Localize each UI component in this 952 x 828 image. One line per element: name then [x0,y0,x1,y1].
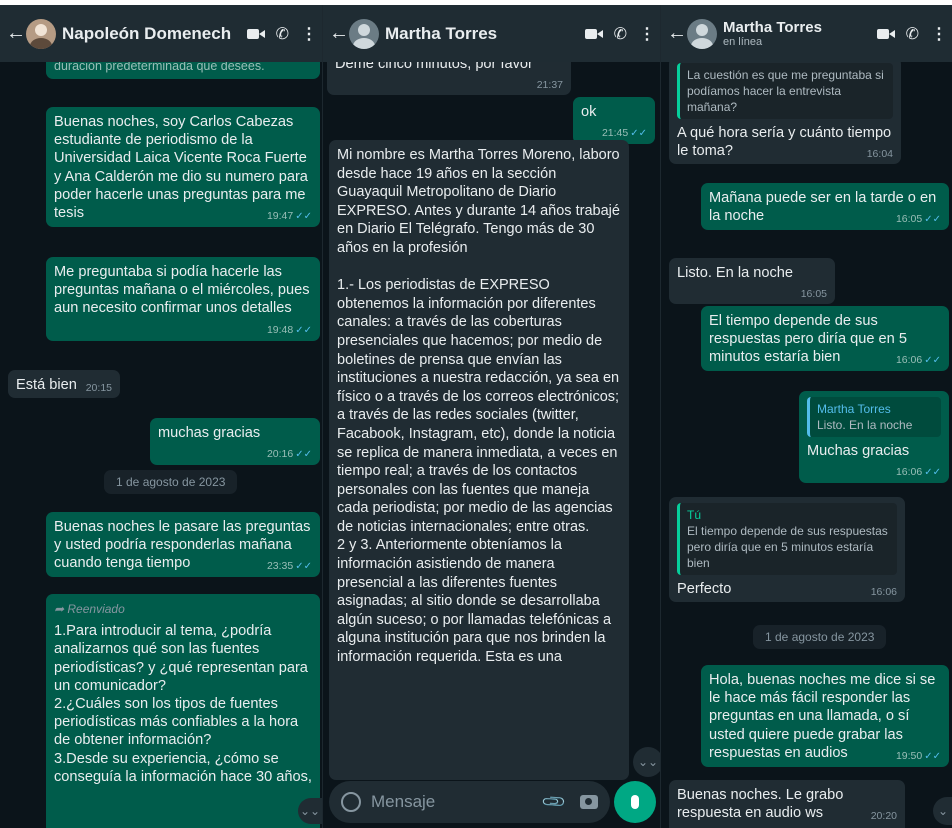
more-options-icon[interactable]: ⋮ [931,24,947,44]
forwarded-message-bubble[interactable]: ➦ Reenviado 1.Para introducir al tema, ¿… [46,594,320,828]
emoji-icon[interactable] [341,792,361,812]
message-time: 21:45 [601,127,629,140]
back-arrow-icon[interactable]: ← [6,22,26,45]
avatar[interactable] [349,18,379,49]
message-text: Perfecto [677,581,732,597]
message-text: Listo. En la noche [677,265,794,281]
quoted-message[interactable]: Tú El tiempo depende de sus respuestas pe… [677,503,897,575]
message-text: Buenas noches. Le grabo respuesta en aud… [677,787,844,822]
message-time: 20:20 [870,810,897,823]
message-time: 21:37 [536,79,563,92]
message-text: El tiempo depende de sus respuestas pero… [709,313,907,366]
contact-title[interactable]: Napoleón Domenech [62,24,235,44]
read-check-icon: ✓✓ [924,355,941,367]
read-check-icon: ✓✓ [924,214,941,226]
forwarded-label: ➦ Reenviado [54,602,125,616]
message-bubble[interactable]: Me preguntaba si podía hacerle las pregu… [46,257,320,341]
avatar[interactable] [26,18,56,49]
message-text: muchas gracias [158,425,261,441]
microphone-icon [631,795,639,809]
message-bubble[interactable]: Listo. En la noche 16:05 [669,258,835,305]
scroll-down-icon[interactable]: ⌄ [933,797,952,825]
video-call-icon[interactable] [246,28,265,39]
forward-icon: ➦ [54,602,68,616]
message-text: Mi nombre es Martha Torres Moreno, labor… [337,147,620,666]
message-time: 20:15 [85,382,112,394]
message-text: Buenas noches, soy Carlos Cabezas estudi… [54,114,308,222]
microphone-button[interactable] [614,781,656,823]
message-time: 16:06 [895,354,923,367]
read-check-icon: ✓✓ [295,211,312,223]
scroll-down-icon[interactable]: ⌄⌄ [298,798,322,824]
more-options-icon[interactable]: ⋮ [639,24,655,44]
message-text: Está bien [16,377,77,393]
contact-name: Martha Torres [385,23,498,43]
message-time: 19:48 [266,323,294,336]
back-arrow-icon[interactable]: ← [667,22,687,45]
contact-name: Martha Torres [723,19,822,36]
read-check-icon: ✓✓ [295,561,312,573]
quoted-message[interactable]: Martha Torres Listo. En la noche [807,397,941,437]
read-check-icon: ✓✓ [295,449,312,461]
read-check-icon: ✓✓ [924,467,941,479]
date-separator: 1 de agosto de 2023 [104,470,238,494]
more-options-icon[interactable]: ⋮ [301,24,317,44]
message-time: 16:05 [800,288,827,301]
message-time: 16:04 [866,148,893,161]
message-bubble[interactable]: Buenas noches le pasare las preguntas y … [46,512,320,578]
phone-call-icon[interactable]: ✆ [614,24,627,44]
contact-status: en línea [723,36,763,48]
message-bubble[interactable]: Está bien 20:15 [8,370,120,399]
chat-header: ← Napoleón Domenech ✆ ⋮ [0,5,322,62]
message-bubble[interactable]: Mi nombre es Martha Torres Moreno, labor… [329,140,629,780]
message-text: Hola, buenas noches me dice si se le hac… [709,672,936,761]
message-text: 1.Para introducir al tema, ¿podría anali… [54,623,312,785]
read-check-icon: ✓✓ [924,750,941,762]
message-time: 16:06 [895,466,923,479]
message-composer[interactable]: Mensaje 📎 [329,781,610,823]
video-call-icon[interactable] [876,28,895,39]
chat-panel-martha-2: ← Martha Torres en línea ✆ ⋮ La cuestión… [660,5,952,828]
chat-header: ← Martha Torres ✆ ⋮ [323,5,660,62]
message-bubble[interactable]: Martha Torres Listo. En la noche Muchas g… [799,391,949,484]
message-bubble[interactable]: Hola, buenas noches me dice si se le hac… [701,665,949,767]
camera-icon[interactable] [580,795,598,809]
message-time: 16:06 [870,586,897,598]
message-input[interactable]: Mensaje [371,792,534,812]
message-bubble[interactable]: Tú El tiempo depende de sus respuestas pe… [669,497,905,603]
message-time: 23:35 [266,560,294,573]
contact-title[interactable]: Martha Torres [385,24,573,44]
message-text: Me preguntaba si podía hacerle las pregu… [54,264,310,317]
message-time: 16:05 [895,213,923,226]
message-bubble[interactable]: El tiempo depende de sus respuestas pero… [701,306,949,372]
message-time: 19:50 [895,749,923,762]
message-time: 20:16 [266,448,294,461]
chat-header: ← Martha Torres en línea ✆ ⋮ [661,5,952,62]
message-bubble[interactable]: Mañana puede ser en la tarde o en la noc… [701,183,949,231]
chat-panel-martha-1: ← Martha Torres ✆ ⋮ Deme cinco minutos, … [322,5,660,828]
avatar[interactable] [687,18,717,49]
message-text: A qué hora sería y cuánto tiempo le toma… [677,125,892,160]
message-bubble[interactable]: ok 21:45 ✓✓ [573,97,655,145]
message-text: Muchas gracias [807,443,910,459]
quoted-message[interactable]: La cuestión es que me preguntaba si podí… [677,63,893,119]
contact-title[interactable]: Martha Torres en línea [723,19,865,48]
scroll-down-icon[interactable]: ⌄⌄ [633,747,660,777]
read-check-icon: ✓✓ [630,128,647,140]
contact-name: Napoleón Domenech [62,23,232,43]
message-bubble[interactable]: Buenas noches, soy Carlos Cabezas estudi… [46,107,320,228]
read-check-icon: ✓✓ [295,324,312,336]
message-bubble[interactable]: La cuestión es que me preguntaba si podí… [669,57,901,165]
phone-call-icon[interactable]: ✆ [906,24,919,44]
message-time: 19:47 [266,210,294,223]
message-bubble[interactable]: muchas gracias 20:16 ✓✓ [150,418,320,466]
attach-icon[interactable]: 📎 [540,788,568,816]
phone-call-icon[interactable]: ✆ [276,24,289,44]
message-bubble[interactable]: Buenas noches. Le grabo respuesta en aud… [669,780,905,828]
back-arrow-icon[interactable]: ← [329,22,349,45]
message-text: ok [581,104,597,120]
video-call-icon[interactable] [584,28,603,39]
date-separator: 1 de agosto de 2023 [753,625,887,649]
chat-panel-napoleon: ← Napoleón Domenech ✆ ⋮ duración predete… [0,5,322,828]
